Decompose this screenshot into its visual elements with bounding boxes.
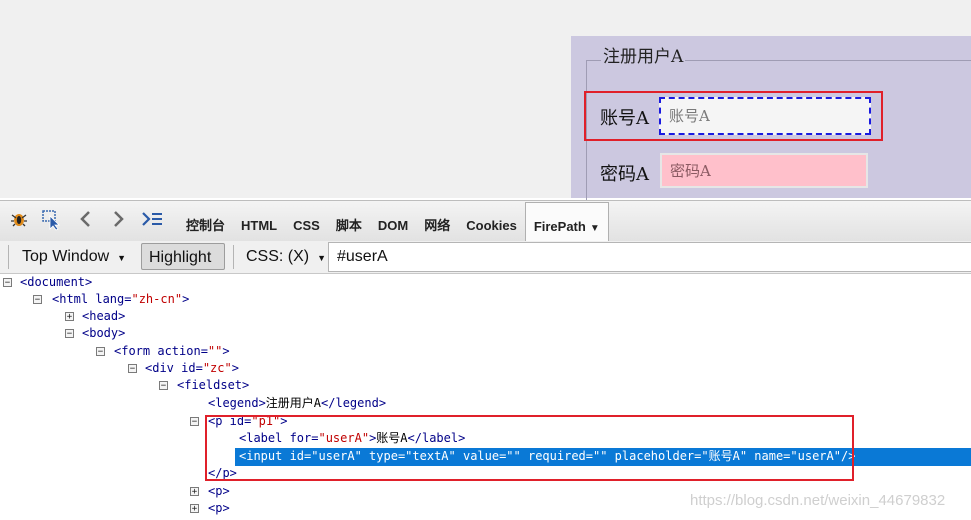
tab-dom[interactable]: DOM — [370, 201, 416, 241]
inspect-icon[interactable] — [40, 209, 64, 233]
tab-console[interactable]: 控制台 — [178, 201, 233, 241]
top-window-label: Top Window — [22, 248, 110, 265]
collapse-icon[interactable]: − — [3, 278, 12, 288]
attr-name: lang= — [88, 292, 132, 306]
firepath-bar: Top Window ▼ Highlight CSS: (X) ▼ — [0, 241, 971, 274]
attr-name: id= — [173, 361, 203, 375]
tree-node-form[interactable]: <form action=""> — [114, 343, 230, 361]
chevron-down-icon: ▼ — [317, 253, 327, 263]
tag-end: > — [182, 292, 190, 306]
collapse-icon[interactable]: − — [65, 329, 74, 339]
collapse-icon[interactable]: − — [33, 295, 42, 305]
tab-network[interactable]: 网络 — [416, 201, 458, 241]
dom-tree: − <document> − <html lang="zh-cn"> + <he… — [0, 274, 971, 520]
password-input[interactable] — [660, 153, 868, 188]
tab-css[interactable]: CSS — [285, 201, 328, 241]
tab-firepath-label: FirePath — [533, 219, 586, 234]
css-mode-label: CSS: (X) — [246, 248, 310, 265]
tag-text: <document> — [20, 275, 93, 289]
tag-text: <head> — [82, 309, 126, 323]
expand-icon[interactable]: + — [190, 504, 199, 514]
tree-node-body[interactable]: <body> — [82, 325, 125, 343]
attr-value: "zh-cn" — [131, 292, 183, 306]
collapse-icon[interactable]: − — [190, 417, 199, 427]
attr-value: "" — [207, 344, 223, 358]
tab-html[interactable]: HTML — [233, 201, 285, 241]
forward-arrow-icon[interactable] — [106, 209, 130, 233]
expand-icon[interactable]: + — [190, 487, 199, 497]
tag-text: <html — [52, 292, 89, 306]
tag-end: > — [231, 361, 239, 375]
divider — [8, 245, 9, 269]
tree-node-p3[interactable]: <p> — [208, 500, 230, 518]
fieldset-legend: 注册用户A — [601, 47, 686, 67]
css-mode-dropdown[interactable]: CSS: (X) ▼ — [246, 243, 326, 270]
tab-cookies[interactable]: Cookies — [458, 201, 525, 241]
command-line-icon[interactable] — [140, 209, 164, 233]
highlight-box-preview — [584, 91, 883, 141]
tree-node-html[interactable]: <html lang="zh-cn"> — [52, 291, 189, 309]
firebug-bug-icon[interactable] — [7, 209, 31, 233]
tree-node-fieldset[interactable]: <fieldset> — [177, 377, 249, 395]
divider — [233, 245, 234, 269]
tab-firepath[interactable]: FirePath ▼ — [524, 202, 609, 243]
watermark: https://blog.csdn.net/weixin_44679832 — [690, 492, 946, 509]
tree-node-head[interactable]: <head> — [82, 308, 125, 326]
firebug-toolbar: 控制台 HTML CSS 脚本 DOM 网络 Cookies FirePath ▼ — [0, 200, 971, 243]
tag-text: <p> — [208, 501, 230, 515]
tag-text: <body> — [82, 326, 126, 340]
tag-text: <legend> — [208, 396, 266, 410]
attr-name: action= — [150, 344, 208, 358]
node-text: 注册用户A — [265, 396, 322, 410]
firebug-tabs: 控制台 HTML CSS 脚本 DOM 网络 Cookies FirePath ▼ — [178, 201, 609, 243]
top-window-dropdown[interactable]: Top Window ▼ — [22, 243, 126, 270]
password-label: 密码A — [600, 164, 649, 185]
selector-input[interactable] — [328, 242, 971, 272]
back-arrow-icon[interactable] — [74, 209, 98, 233]
tag-text: <p> — [208, 484, 230, 498]
attr-value: "zc" — [202, 361, 232, 375]
tree-node-document[interactable]: <document> — [20, 274, 92, 292]
expand-icon[interactable]: + — [65, 312, 74, 322]
tab-script[interactable]: 脚本 — [328, 201, 370, 241]
tag-end: > — [222, 344, 230, 358]
page-preview: 注册用户A 账号A 密码A — [0, 0, 971, 221]
tag-text: <div — [145, 361, 174, 375]
chevron-down-icon: ▼ — [117, 253, 127, 263]
tree-node-div[interactable]: <div id="zc"> — [145, 360, 239, 378]
collapse-icon[interactable]: − — [128, 364, 137, 374]
collapse-icon[interactable]: − — [159, 381, 168, 391]
tag-text: </legend> — [321, 396, 387, 410]
highlight-box-code — [205, 415, 854, 481]
tag-text: <fieldset> — [177, 378, 250, 392]
highlight-button[interactable]: Highlight — [141, 243, 225, 270]
tree-node-p2[interactable]: <p> — [208, 483, 230, 501]
tag-text: <form — [114, 344, 151, 358]
collapse-icon[interactable]: − — [96, 347, 105, 357]
tree-node-legend[interactable]: <legend>注册用户A</legend> — [208, 395, 386, 413]
